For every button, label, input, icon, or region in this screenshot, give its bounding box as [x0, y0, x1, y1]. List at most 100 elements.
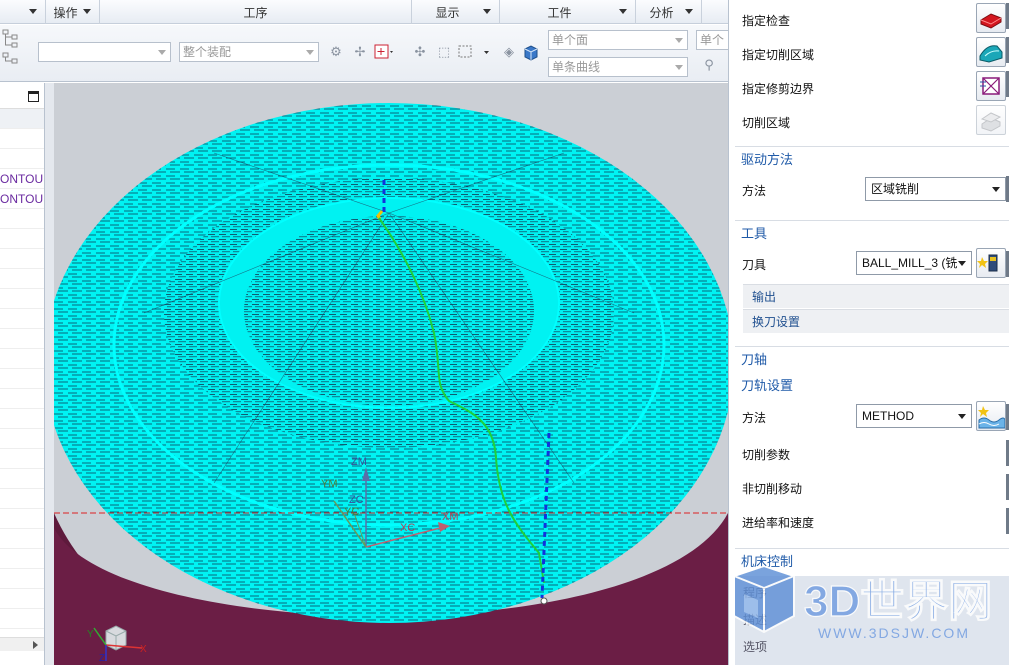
specify-check-button[interactable]: [976, 3, 1006, 33]
ribbon-group-display[interactable]: 显示: [412, 0, 500, 24]
zm-label: ZM: [351, 456, 367, 468]
navigator-row[interactable]: [0, 569, 44, 589]
tool-select[interactable]: BALL_MILL_3 (铣: [856, 251, 972, 275]
navigator-row[interactable]: [0, 209, 44, 229]
non-cut-moves-label[interactable]: 非切削移动: [742, 480, 802, 497]
drive-method-section[interactable]: 驱动方法: [735, 146, 1009, 172]
tool-edit-icon: [977, 254, 998, 272]
rectangle-select-icon[interactable]: [458, 44, 492, 60]
navigator-row[interactable]: [0, 289, 44, 309]
tool-output-label: 输出: [752, 290, 777, 304]
select-box-icon[interactable]: [374, 44, 394, 60]
chevron-down-icon: [958, 261, 966, 266]
navigator-row[interactable]: [0, 349, 44, 369]
specify-cut-area-button[interactable]: [976, 37, 1006, 67]
xc-label: XC: [400, 522, 415, 534]
tool-section[interactable]: 工具: [735, 220, 1009, 246]
navigator-row[interactable]: [0, 329, 44, 349]
navigator-row[interactable]: [0, 149, 44, 169]
type-filter-combo[interactable]: [38, 42, 171, 62]
path-settings-section[interactable]: 刀轨设置: [735, 373, 1009, 399]
specify-check-label: 指定检查: [742, 14, 791, 28]
navigator-header: [0, 83, 44, 109]
navigator-row[interactable]: [0, 309, 44, 329]
drive-method-select[interactable]: 区域铣削: [865, 177, 1006, 201]
navigator-row[interactable]: [0, 489, 44, 509]
navigator-row[interactable]: ONTOU: [0, 169, 44, 189]
navigator-row[interactable]: [0, 129, 44, 149]
move-point-icon[interactable]: ✣: [411, 43, 429, 61]
splitter[interactable]: [45, 83, 54, 665]
cube-icon[interactable]: [522, 44, 540, 62]
curve-tool-icon[interactable]: ⚲: [700, 56, 718, 74]
scroll-right-icon[interactable]: [33, 641, 38, 649]
navigator-row[interactable]: [0, 229, 44, 249]
assembly-filter-value: 整个装配: [183, 45, 232, 59]
navigator-row[interactable]: [0, 409, 44, 429]
solid-body-icon[interactable]: ◈: [500, 43, 518, 61]
tool-output-row[interactable]: 输出: [743, 284, 1009, 308]
ribbon-group-procedure[interactable]: 工序: [100, 0, 412, 24]
zc-label: ZC: [349, 494, 364, 506]
ribbon-group-label: 操作: [53, 5, 78, 20]
face-rule-value-2: 单个: [700, 33, 725, 47]
navigator-row[interactable]: [0, 249, 44, 269]
ribbon-group-label: 工件: [547, 5, 572, 20]
navigator-row[interactable]: ONTOU: [0, 189, 44, 209]
part-dome: [244, 216, 534, 406]
navigator-row[interactable]: [0, 109, 44, 129]
chevron-down-icon: [958, 414, 966, 419]
navigator-row[interactable]: [0, 529, 44, 549]
navigator-row[interactable]: [0, 369, 44, 389]
cut-area-icon: [979, 45, 1003, 63]
navigator-row[interactable]: [0, 609, 44, 629]
ribbon-group-operations[interactable]: 操作: [46, 0, 100, 24]
navigator-row[interactable]: [0, 449, 44, 469]
nx-cam-window: 操作 工序 显示 工件 分析 整个装配 ⚙ ✢ ✣ ⬚ ◈ 单个面 单条曲线 单…: [0, 0, 1009, 665]
face-rule-combo[interactable]: 单个面: [548, 30, 688, 50]
toolpath-scene: ZM YM ZC YC XC XM X Y Z: [54, 83, 728, 665]
drive-method-label: 方法: [742, 184, 767, 198]
ribbon-group-analysis[interactable]: 分析: [636, 0, 702, 24]
snap-point-icon[interactable]: ✢: [351, 43, 369, 61]
navigator-row[interactable]: [0, 469, 44, 489]
cut-params-label[interactable]: 切削参数: [742, 446, 790, 463]
tool-label: 刀具: [742, 258, 767, 272]
ribbon-group-left[interactable]: [0, 0, 46, 24]
cut-region-icon: [980, 112, 1002, 132]
navigator-row[interactable]: [0, 269, 44, 289]
face-rule-combo-2[interactable]: 单个: [696, 30, 730, 50]
navigator-row[interactable]: [0, 589, 44, 609]
component-select-icon[interactable]: ⚙: [327, 43, 345, 61]
dashed-select-icon[interactable]: ⬚: [435, 43, 453, 61]
tree-structure-icon[interactable]: [2, 29, 20, 69]
navigator-row[interactable]: [0, 429, 44, 449]
tool-end-marker: [540, 597, 548, 605]
cut-area-button[interactable]: [976, 105, 1006, 135]
horizontal-scrollbar[interactable]: [0, 637, 44, 651]
ribbon-group-workpiece[interactable]: 工件: [500, 0, 636, 24]
edit-tool-button[interactable]: [976, 248, 1006, 278]
path-method-label: 方法: [742, 411, 767, 425]
navigator-row[interactable]: [0, 509, 44, 529]
operation-navigator: ONTOU ONTOU: [0, 83, 45, 665]
mini-x-label: X: [140, 644, 147, 655]
edit-method-button[interactable]: [976, 401, 1006, 431]
feeds-speeds-label[interactable]: 进给率和速度: [742, 514, 814, 531]
graphics-viewport[interactable]: ZM YM ZC YC XC XM X Y Z: [54, 83, 728, 665]
navigator-row[interactable]: [0, 389, 44, 409]
path-method-select[interactable]: METHOD: [856, 404, 972, 428]
specify-trim-boundary-button[interactable]: [976, 71, 1006, 101]
mini-z-label: Z: [99, 653, 105, 664]
ym-label: YM: [321, 478, 338, 490]
yc-label: YC: [344, 506, 359, 518]
curve-rule-combo[interactable]: 单条曲线: [548, 57, 688, 77]
path-method-value: METHOD: [862, 409, 914, 423]
trim-boundary-icon: [980, 77, 1000, 95]
assembly-filter-combo[interactable]: 整个装配: [179, 42, 319, 62]
tool-change-row[interactable]: 换刀设置: [743, 309, 1009, 333]
navigator-row[interactable]: [0, 549, 44, 569]
tool-axis-section[interactable]: 刀轴: [735, 346, 1009, 372]
cut-area-label: 切削区域: [742, 116, 791, 130]
maximize-icon[interactable]: [28, 91, 39, 102]
